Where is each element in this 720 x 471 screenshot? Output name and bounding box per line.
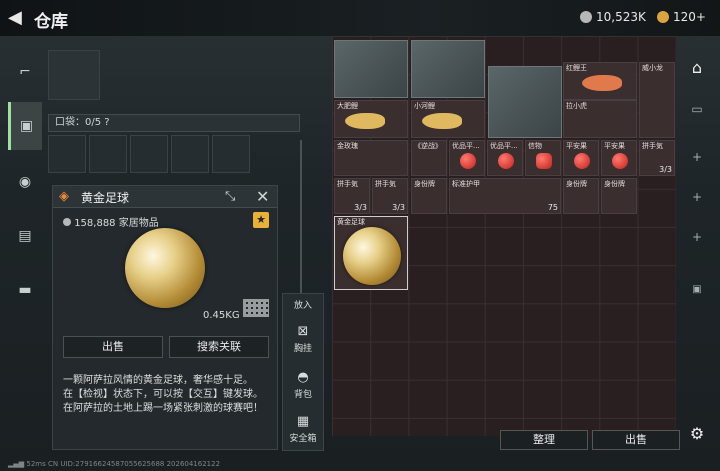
close-icon[interactable]: ✕ bbox=[256, 187, 269, 206]
left-nav: ⌐ ▣ ◉ ▤ ▬ bbox=[8, 40, 42, 340]
nav-warehouse-icon[interactable]: ▣ bbox=[8, 102, 42, 150]
sell-all-button[interactable]: 出售 bbox=[592, 430, 680, 450]
inv-item[interactable]: 威小龙 bbox=[639, 62, 675, 138]
golden-football-image bbox=[125, 228, 205, 308]
sort-button[interactable]: 整理 bbox=[500, 430, 588, 450]
nav-bag-icon[interactable]: ◉ bbox=[8, 158, 42, 206]
nav-weapon-icon[interactable]: ⌐ bbox=[8, 48, 42, 96]
right-nav: ⌂ ▭ + + + ▣ ⚙ bbox=[682, 44, 712, 454]
item-category: 家居物品 bbox=[118, 218, 159, 229]
inv-item[interactable]: 平安果 bbox=[563, 140, 599, 176]
fish-icon bbox=[422, 113, 462, 129]
put-into-label: 放入 bbox=[293, 301, 312, 311]
inv-item[interactable]: 拼手気 3/3 bbox=[334, 178, 370, 214]
item-price: 158,888 家居物品 bbox=[63, 214, 159, 229]
safe-box-button[interactable]: ▦ 安全箱 bbox=[283, 414, 323, 444]
nav-list-icon[interactable]: ▤ bbox=[8, 212, 42, 260]
inv-item[interactable]: 优品平... bbox=[487, 140, 523, 176]
nav-case-icon[interactable]: ▬ bbox=[8, 266, 42, 314]
add-tab-icon[interactable]: + bbox=[682, 230, 712, 244]
add-tab-icon[interactable]: + bbox=[682, 190, 712, 204]
apple-icon bbox=[612, 153, 628, 169]
inv-item[interactable]: 平安果 bbox=[601, 140, 637, 176]
footer-status: ▂▄▆ 52ms CN UID:27916624587055625688 202… bbox=[8, 460, 221, 468]
apple-icon bbox=[498, 153, 514, 169]
pocket-slot[interactable] bbox=[130, 135, 168, 173]
card-header: ◈ 黄金足球 ⤡ ✕ bbox=[53, 186, 277, 208]
inv-item[interactable]: 拼手気 3/3 bbox=[372, 178, 408, 214]
inv-item[interactable]: 身份牌 bbox=[563, 178, 599, 214]
pocket-slot[interactable] bbox=[89, 135, 127, 173]
chest-rig-icon: ⊠ bbox=[297, 324, 309, 339]
currency-coin: 10,523K bbox=[580, 10, 646, 24]
apple-icon bbox=[460, 153, 476, 169]
apple-icon bbox=[574, 153, 590, 169]
add-tab-icon[interactable]: + bbox=[682, 150, 712, 164]
tab-icon[interactable]: ▭ bbox=[682, 102, 712, 116]
inv-item[interactable]: 优品平... bbox=[449, 140, 485, 176]
size-grid-icon bbox=[243, 299, 269, 317]
item-rarity-icon: ◈ bbox=[59, 189, 69, 204]
backpack-icon: ◓ bbox=[297, 370, 309, 385]
item-description: 一颗阿萨拉风情的黄金足球，奢华感十足。 在【检视】状态下，可以按【交互】键发球。… bbox=[63, 375, 263, 414]
inv-item[interactable]: 身份牌 bbox=[601, 178, 637, 214]
pocket-slot[interactable] bbox=[48, 135, 86, 173]
warehouse-tab-icon[interactable]: ⌂ bbox=[682, 58, 712, 77]
search-related-button[interactable]: 搜索关联 bbox=[169, 336, 269, 358]
golden-football-image bbox=[343, 227, 401, 285]
mask-icon bbox=[536, 153, 552, 169]
token-icon bbox=[657, 11, 669, 23]
item-name: 黄金足球 bbox=[81, 191, 130, 205]
item-weight: 0.45KG bbox=[203, 310, 240, 321]
supply-crate[interactable] bbox=[334, 40, 408, 98]
settings-gear-icon[interactable]: ⚙ bbox=[682, 424, 712, 443]
pocket-bar: 口袋：0/5 ? bbox=[48, 114, 300, 132]
put-into-panel: 放入 ⊠ 胸挂 ◓ 背包 ▦ 安全箱 bbox=[282, 293, 324, 451]
inv-item[interactable]: 拉小虎 bbox=[563, 100, 637, 138]
page-title: 仓库 bbox=[34, 12, 68, 32]
chest-rig-button[interactable]: ⊠ 胸挂 bbox=[283, 324, 323, 354]
safe-box-icon: ▦ bbox=[296, 414, 310, 429]
inv-item[interactable]: 大肥鲤 bbox=[334, 100, 408, 138]
inv-item[interactable]: 信物 bbox=[525, 140, 561, 176]
favorite-star-icon[interactable]: ★ bbox=[253, 212, 269, 228]
coin-icon bbox=[580, 11, 592, 23]
pocket-slot[interactable] bbox=[171, 135, 209, 173]
fish-icon bbox=[582, 75, 622, 91]
inv-item[interactable]: 标准护甲 75 bbox=[449, 178, 561, 214]
collapse-icon[interactable]: ⤡ bbox=[225, 189, 235, 204]
lock-icon[interactable]: ▣ bbox=[682, 284, 712, 295]
inv-item[interactable]: 身份牌 bbox=[411, 178, 447, 214]
coin-icon bbox=[63, 218, 71, 226]
help-icon[interactable]: ? bbox=[104, 117, 109, 128]
fish-icon bbox=[345, 113, 385, 129]
currency-token: 120+ bbox=[657, 10, 706, 24]
inv-item[interactable]: 红鲤王 bbox=[563, 62, 637, 100]
item-detail-card: ◈ 黄金足球 ⤡ ✕ 158,888 家居物品 ★ 0.45KG 出售 搜索关联… bbox=[52, 185, 278, 450]
selected-football-item[interactable]: 黄金足球 bbox=[334, 216, 408, 290]
inv-item[interactable]: 金玫瑰 bbox=[334, 140, 408, 176]
pocket-slot[interactable] bbox=[212, 135, 250, 173]
inv-item[interactable]: 小河鲤 bbox=[411, 100, 485, 138]
backpack-button[interactable]: ◓ 背包 bbox=[283, 370, 323, 400]
chest-rig-slot[interactable] bbox=[48, 50, 100, 100]
supply-crate[interactable] bbox=[411, 40, 485, 98]
inv-item[interactable]: 拼手気 3/3 bbox=[639, 140, 675, 176]
signal-icon: ▂▄▆ bbox=[8, 460, 25, 468]
supply-crate[interactable] bbox=[488, 66, 562, 138]
sell-button[interactable]: 出售 bbox=[63, 336, 163, 358]
top-bar: ◀ 仓库 10,523K 120+ bbox=[0, 0, 720, 36]
inv-item[interactable]: 《逆战》 bbox=[411, 140, 447, 176]
back-arrow-icon[interactable]: ◀ bbox=[8, 8, 26, 28]
